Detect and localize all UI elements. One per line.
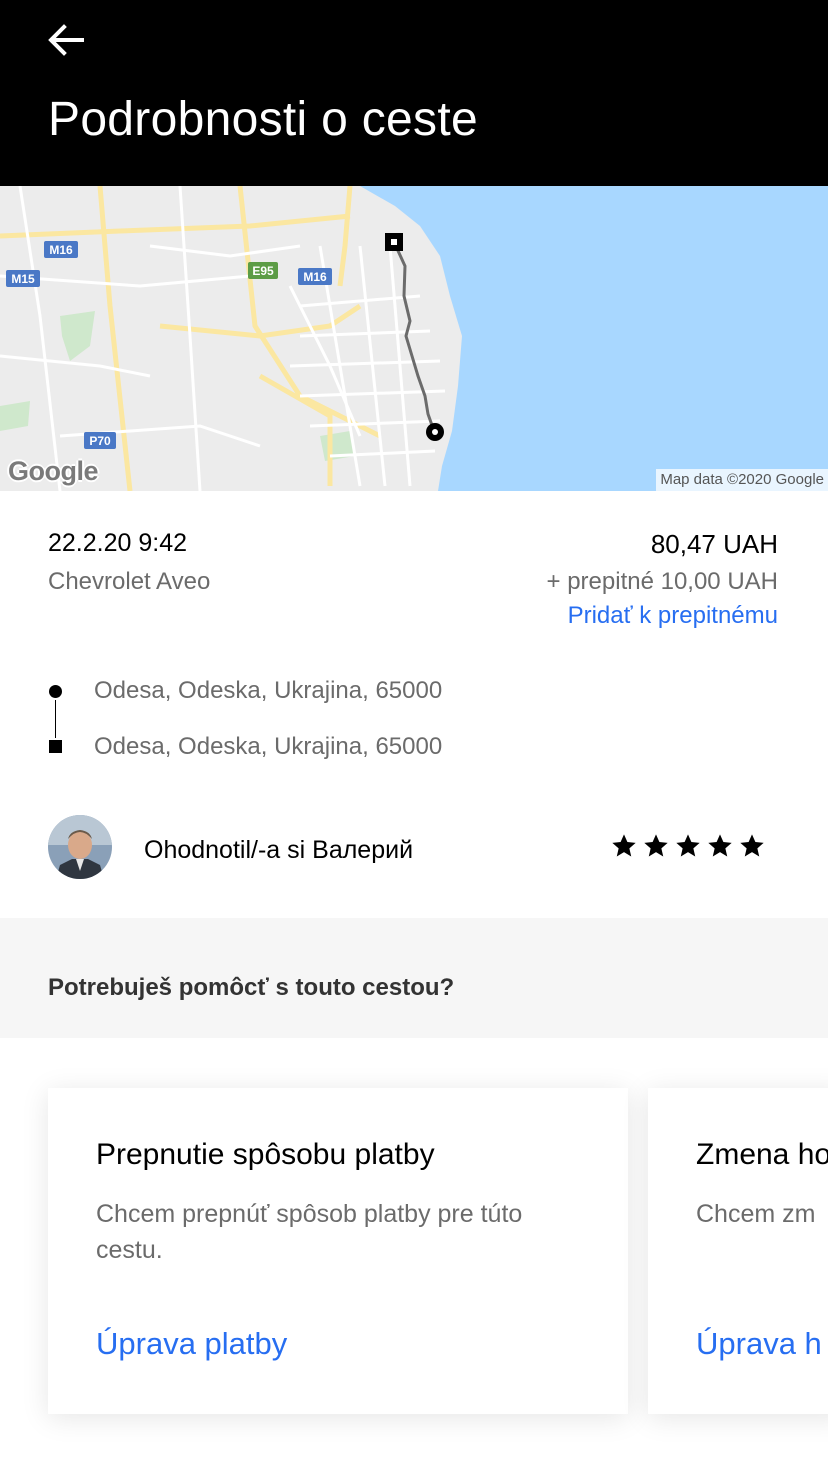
trip-fare: 80,47 UAH bbox=[650, 529, 778, 559]
help-card-description: Chcem prepnúť spôsob platby pre túto ces… bbox=[96, 1200, 523, 1264]
rating-text: Ohodnotil/-a si Валерий bbox=[144, 836, 413, 865]
rating-prefix: Ohodnotil/-a si bbox=[144, 836, 313, 864]
trip-map[interactable]: M16 M15 E95 M16 P70 Google Map data ©202… bbox=[0, 186, 828, 491]
help-card-second[interactable]: Zmena ho Chcem zm Úprava h bbox=[648, 1088, 828, 1414]
map-road-label: M16 bbox=[303, 270, 327, 284]
pickup-address: Odesa, Odeska, Ukrajina, 65000 bbox=[94, 677, 443, 704]
driver-name: Валерий bbox=[312, 836, 414, 864]
pickup-marker bbox=[385, 233, 403, 251]
arrow-left-icon bbox=[48, 24, 84, 56]
app-header: Podrobnosti o ceste bbox=[0, 0, 828, 186]
trip-date: 22.2.20 9:42 bbox=[48, 529, 188, 557]
map-road-label: M15 bbox=[11, 272, 35, 286]
map-graphic: M16 M15 E95 M16 P70 bbox=[0, 186, 828, 491]
star-icon bbox=[740, 834, 764, 857]
edit-payment-link[interactable]: Úprava platby bbox=[96, 1326, 287, 1362]
google-logo: Google bbox=[8, 456, 99, 486]
help-card-title: Prepnutie spôsobu platby bbox=[96, 1138, 435, 1171]
star-icon bbox=[644, 834, 668, 857]
help-title: Potrebuješ pomôcť s touto cestou? bbox=[48, 974, 455, 1001]
star-icon bbox=[708, 834, 732, 857]
route-connector bbox=[55, 700, 56, 738]
star-icon bbox=[676, 834, 700, 857]
add-tip-link[interactable]: Pridať k prepitnému bbox=[568, 602, 778, 630]
back-button[interactable] bbox=[46, 20, 90, 60]
map-road-label: P70 bbox=[89, 434, 111, 448]
map-attribution[interactable]: Map data ©2020 Google bbox=[656, 469, 828, 491]
dropoff-marker bbox=[426, 423, 444, 441]
rating-stars bbox=[610, 832, 766, 860]
trip-vehicle: Chevrolet Aveo bbox=[48, 568, 211, 595]
help-card-link[interactable]: Úprava h bbox=[696, 1326, 822, 1362]
trip-tip: + prepitné 10,00 UAH bbox=[546, 568, 778, 595]
help-card-payment[interactable]: Prepnutie spôsobu platby Chcem prepnúť s… bbox=[48, 1088, 628, 1414]
help-card-title: Zmena ho bbox=[696, 1138, 828, 1171]
dropoff-address: Odesa, Odeska, Ukrajina, 65000 bbox=[94, 733, 443, 760]
driver-avatar bbox=[48, 815, 112, 879]
help-card-description: Chcem zm bbox=[696, 1200, 816, 1228]
map-road-label: M16 bbox=[49, 243, 73, 257]
page-title: Podrobnosti o ceste bbox=[48, 93, 478, 146]
dropoff-square-icon bbox=[49, 740, 62, 753]
map-road-label: E95 bbox=[252, 264, 274, 278]
pickup-dot-icon bbox=[49, 685, 62, 698]
star-icon bbox=[612, 834, 636, 857]
